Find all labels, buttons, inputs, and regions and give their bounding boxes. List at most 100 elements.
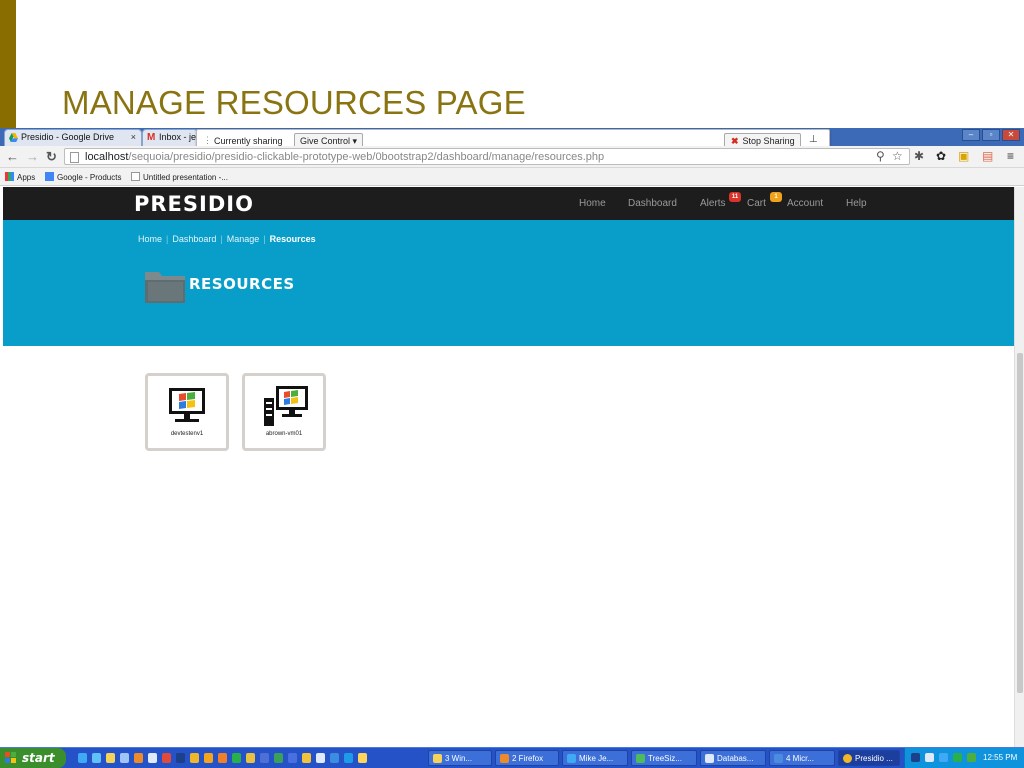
nav-help[interactable]: Help xyxy=(846,198,867,209)
browser-toolbar: ← → ↻ localhost/sequoia/presidio/presidi… xyxy=(0,146,1024,168)
app-quicklaunch-icon[interactable] xyxy=(260,753,269,763)
site-logo[interactable]: PRESIDIO xyxy=(134,192,254,216)
resource-tile-devtestenv1[interactable]: devtestenv1 xyxy=(145,373,229,451)
taskbar-item-firefox[interactable]: 2 Firefox xyxy=(495,750,559,766)
bookmark-label: Untitled presentation -... xyxy=(143,173,228,182)
breadcrumb-manage[interactable]: Manage xyxy=(227,234,260,244)
taskbar-clock: 12:55 PM xyxy=(983,753,1018,762)
nav-cart[interactable]: Cart xyxy=(747,198,766,209)
bookmark-apps[interactable]: Apps xyxy=(5,172,35,182)
nav-home[interactable]: Home xyxy=(579,198,606,209)
reload-icon[interactable]: ↻ xyxy=(46,149,57,165)
page-icon xyxy=(131,172,140,181)
bookmarks-bar: Apps Google - Products Untitled presenta… xyxy=(0,168,1024,186)
back-icon[interactable]: ← xyxy=(6,149,19,164)
cart-badge: 1 xyxy=(770,192,782,202)
app-quicklaunch-icon[interactable] xyxy=(302,753,311,763)
folder-icon xyxy=(145,272,185,303)
app-quicklaunch-icon[interactable] xyxy=(358,753,367,763)
office-icon xyxy=(774,754,783,763)
tab-label: Presidio - Google Drive xyxy=(21,132,115,142)
app-quicklaunch-icon[interactable] xyxy=(120,753,129,763)
resource-tile-abrown-vm01[interactable]: abrown-vm01 xyxy=(242,373,326,451)
taskbar-item-ie[interactable]: Mike Je... xyxy=(562,750,628,766)
nav-dashboard[interactable]: Dashboard xyxy=(628,198,677,209)
sharing-status: Currently sharing xyxy=(214,136,283,146)
network-tray-icon[interactable] xyxy=(925,753,934,762)
app-tray-icon[interactable] xyxy=(967,753,976,762)
page-viewport: PRESIDIO Home Dashboard Alerts 11 Cart 1… xyxy=(3,187,1014,747)
window-controls: – ▫ ✕ xyxy=(962,129,1020,141)
taskbar-item-database[interactable]: Databas... xyxy=(700,750,766,766)
chrome-quicklaunch-icon[interactable] xyxy=(190,753,199,763)
windows-monitor-icon xyxy=(169,388,205,422)
tab-close-icon[interactable]: × xyxy=(131,132,136,142)
close-window-button[interactable]: ✕ xyxy=(1002,129,1020,141)
google-icon xyxy=(45,172,54,181)
presentation-slide: MANAGE RESOURCES PAGE Presidio - Google … xyxy=(0,0,1024,768)
gear-icon[interactable]: ✿ xyxy=(936,149,946,163)
taskbar-item-microsoft[interactable]: 4 Micr... xyxy=(769,750,835,766)
apps-grid-icon xyxy=(5,172,14,181)
taskbar-item-explorer[interactable]: 3 Win... xyxy=(428,750,492,766)
app-quicklaunch-icon[interactable] xyxy=(274,753,283,763)
breadcrumb-home[interactable]: Home xyxy=(138,234,162,244)
breadcrumb: Home | Dashboard | Manage | Resources xyxy=(138,234,316,244)
extension-icon[interactable]: ✱ xyxy=(914,149,924,163)
app-quicklaunch-icon[interactable] xyxy=(218,753,227,763)
taskbar-item-label: 2 Firefox xyxy=(512,754,544,763)
stop-sharing-label: Stop Sharing xyxy=(742,136,795,146)
page-header-banner: Home | Dashboard | Manage | Resources RESOURCE… xyxy=(3,220,1014,346)
tab-gmail-inbox[interactable]: M Inbox - je xyxy=(142,129,198,146)
resource-name: abrown-vm01 xyxy=(265,431,303,437)
app-quicklaunch-icon[interactable] xyxy=(288,753,297,763)
url-host: localhost xyxy=(85,151,129,163)
taskbar-item-treesize[interactable]: TreeSiz... xyxy=(631,750,697,766)
bookmark-star-icon[interactable]: ☆ xyxy=(892,149,903,163)
app-quicklaunch-icon[interactable] xyxy=(330,753,339,763)
database-icon xyxy=(705,754,714,763)
app-quicklaunch-icon[interactable] xyxy=(204,753,213,763)
folder-quicklaunch-icon[interactable] xyxy=(106,753,115,763)
app-quicklaunch-icon[interactable] xyxy=(232,753,241,763)
pin-icon[interactable]: ⊥ xyxy=(809,134,818,145)
page-scrollbar[interactable] xyxy=(1014,187,1024,747)
ie-quicklaunch-icon[interactable] xyxy=(92,753,101,763)
scrollbar-thumb[interactable] xyxy=(1017,353,1023,693)
drag-handle-icon[interactable]: ⋮ xyxy=(203,135,212,146)
firefox-quicklaunch-icon[interactable] xyxy=(134,753,143,763)
tab-presidio-drive[interactable]: Presidio - Google Drive × xyxy=(4,129,142,146)
extension-calendar-icon[interactable]: ▣ xyxy=(958,149,969,163)
bookmark-untitled-presentation[interactable]: Untitled presentation -... xyxy=(131,172,228,182)
address-bar[interactable]: localhost/sequoia/presidio/presidio-clic… xyxy=(64,148,910,165)
nav-alerts[interactable]: Alerts xyxy=(700,198,726,209)
page-title: RESOURCES xyxy=(189,275,295,293)
forward-icon[interactable]: → xyxy=(26,149,39,164)
app-quicklaunch-icon[interactable] xyxy=(162,753,171,763)
system-tray: 12:55 PM xyxy=(904,748,1024,768)
nav-account[interactable]: Account xyxy=(787,198,823,209)
app-tray-icon[interactable] xyxy=(953,753,962,762)
windows-taskbar: start 3 Win... 2 Firefox Mike Je... Tree… xyxy=(0,747,1024,768)
help-tray-icon[interactable] xyxy=(911,753,920,762)
slide-accent-bar xyxy=(0,0,16,128)
extension-docs-icon[interactable]: ▤ xyxy=(982,149,993,163)
bookmark-google-products[interactable]: Google - Products xyxy=(45,172,121,182)
taskbar-item-chrome-presidio[interactable]: Presidio ... xyxy=(838,750,900,766)
minimize-button[interactable]: – xyxy=(962,129,980,141)
app-quicklaunch-icon[interactable] xyxy=(246,753,255,763)
start-button[interactable]: start xyxy=(0,748,66,768)
zoom-icon[interactable]: ⚲ xyxy=(876,149,885,163)
app-quicklaunch-icon[interactable] xyxy=(344,753,353,763)
breadcrumb-dashboard[interactable]: Dashboard xyxy=(172,234,216,244)
app-quicklaunch-icon[interactable] xyxy=(176,753,185,763)
ie-quicklaunch-icon[interactable] xyxy=(78,753,87,763)
app-tray-icon[interactable] xyxy=(939,753,948,762)
resource-name: devtestenv1 xyxy=(170,431,204,437)
maximize-button[interactable]: ▫ xyxy=(982,129,1000,141)
app-quicklaunch-icon[interactable] xyxy=(316,753,325,763)
screenshot-frame: Presidio - Google Drive × M Inbox - je –… xyxy=(0,128,1024,768)
app-quicklaunch-icon[interactable] xyxy=(148,753,157,763)
windows-server-icon xyxy=(264,386,308,426)
menu-icon[interactable]: ≡ xyxy=(1007,149,1014,163)
